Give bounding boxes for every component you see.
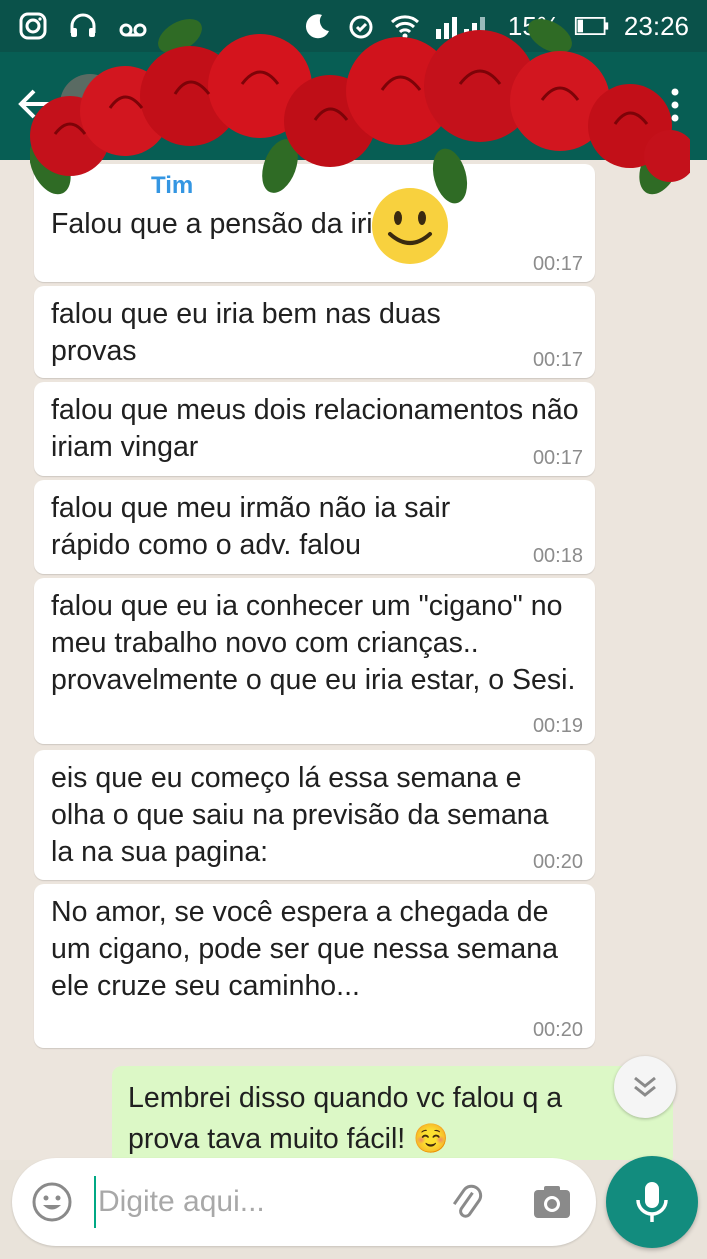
- message-text: falou que meus dois relacionamentos não …: [51, 394, 579, 463]
- message-time: 00:17: [532, 253, 583, 275]
- paperclip-icon[interactable]: [444, 1180, 488, 1224]
- emoji-icon[interactable]: [30, 1180, 74, 1224]
- message-bubble[interactable]: falou que meu irmão não ia sair rápido c…: [34, 480, 595, 574]
- message-bubble[interactable]: falou que meus dois relacionamentos não …: [34, 382, 595, 476]
- message-text: falou que meu irmão não ia sair rápido c…: [51, 492, 451, 561]
- sender-name: Tim: [151, 172, 194, 199]
- microphone-icon: [636, 1182, 668, 1222]
- message-bubble[interactable]: Tim Falou que a pensão da iria sair 00:1…: [34, 164, 595, 282]
- message-bubble[interactable]: falou que eu iria bem nas duas provas 00…: [34, 286, 595, 378]
- message-time: 00:18: [532, 545, 583, 567]
- message-text: eis que eu começo lá essa semana e olha …: [51, 762, 549, 868]
- battery-percent: 15%: [507, 10, 560, 41]
- camera-icon[interactable]: [530, 1180, 574, 1224]
- double-chevron-down-icon: [634, 1076, 656, 1097]
- outgoing-message-bubble[interactable]: Lembrei disso quando vc falou q a prova …: [112, 1066, 673, 1160]
- message-text: No amor, se você espera a chegada de um …: [51, 896, 558, 1002]
- arrow-left-icon[interactable]: [14, 82, 58, 126]
- chat-header: [0, 52, 707, 160]
- message-bubble[interactable]: eis que eu começo lá essa semana e olha …: [34, 750, 595, 880]
- chat-area[interactable]: Tim Falou que a pensão da iria sair 00:1…: [0, 160, 707, 1160]
- message-bubble[interactable]: falou que eu ia conhecer um "cigano" no …: [34, 578, 595, 744]
- voicemail-icon: [119, 23, 147, 37]
- moon-icon: [305, 14, 329, 39]
- signal-icon: [435, 17, 485, 39]
- wifi-icon: [390, 15, 419, 39]
- clock: 23:26: [623, 10, 689, 41]
- headset-icon: [70, 13, 96, 37]
- message-text: Lembrei disso quando vc falou q a prova …: [128, 1082, 563, 1155]
- message-input[interactable]: [94, 1176, 424, 1228]
- more-vert-icon[interactable]: [663, 80, 687, 130]
- message-text: falou que eu iria bem nas duas provas: [51, 298, 441, 367]
- microphone-button[interactable]: [606, 1156, 698, 1248]
- battery-icon: [574, 17, 609, 35]
- message-time: 00:17: [532, 349, 583, 371]
- avatar[interactable]: [60, 74, 120, 134]
- message-bubble[interactable]: No amor, se você espera a chegada de um …: [34, 884, 595, 1048]
- message-time: 00:17: [532, 447, 583, 469]
- message-text: falou que eu ia conhecer um "cigano" no …: [51, 590, 576, 696]
- alarm-icon: [349, 15, 373, 39]
- message-time: 00:20: [532, 1019, 583, 1041]
- status-bar: 15% 23:26: [0, 0, 707, 52]
- message-time: 00:20: [532, 851, 583, 873]
- scroll-down-button[interactable]: [614, 1056, 676, 1118]
- message-composer: [12, 1158, 596, 1246]
- message-time: 00:19: [532, 715, 583, 737]
- instagram-icon: [19, 12, 47, 40]
- message-text: Falou que a pensão da iria sair: [51, 208, 443, 240]
- smiley-emoji-icon: [372, 188, 448, 264]
